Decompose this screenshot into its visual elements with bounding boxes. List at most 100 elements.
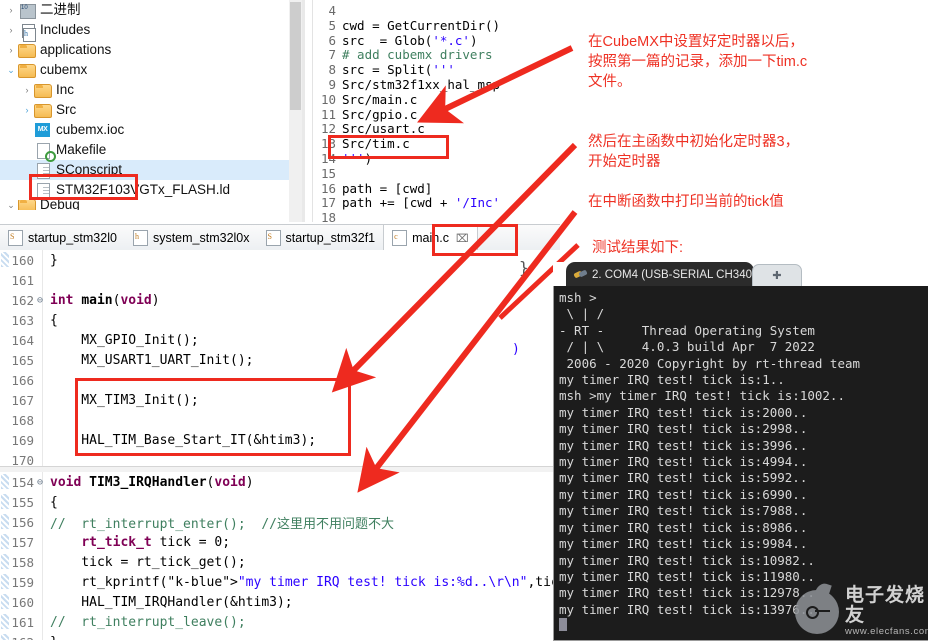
tree-item-applications[interactable]: › applications bbox=[0, 40, 303, 60]
line-number: 7 bbox=[328, 47, 336, 63]
change-marker bbox=[1, 634, 9, 640]
editor-overflow-paren: ) bbox=[512, 342, 520, 357]
tree-item-inc[interactable]: › Inc bbox=[0, 80, 303, 100]
sconscript-code-line: 18 bbox=[314, 210, 560, 222]
line-number: 165 bbox=[11, 352, 34, 368]
tree-twisty-icon[interactable]: ⌄ bbox=[4, 200, 18, 210]
tab-startup-stm32f1[interactable]: Sstartup_stm32f1 bbox=[258, 225, 384, 251]
tree-item-makefile[interactable]: Makefile bbox=[0, 140, 303, 162]
code-line: 162 ⊖ int main(void) bbox=[0, 290, 560, 310]
tab-startup-stm32l0[interactable]: Sstartup_stm32l0 bbox=[0, 225, 125, 251]
fold-icon[interactable]: ⊖ bbox=[34, 477, 46, 488]
change-marker bbox=[1, 494, 9, 509]
code-line: 163 { bbox=[0, 310, 560, 330]
sconscript-code-line: 8 src = Split(''' bbox=[314, 62, 560, 78]
terminal-line: msh > bbox=[559, 290, 597, 305]
annotation-note-4: 测试结果如下: bbox=[592, 240, 684, 256]
sconscript-vertical-scrollbar[interactable] bbox=[302, 0, 305, 222]
change-marker bbox=[1, 252, 9, 267]
annotation-note-1: 在CubeMX中设置好定时器以后， 按照第一篇的记录，添加一下tim.c 文件。 bbox=[588, 34, 808, 90]
terminal-line: my timer IRQ test! tick is:4994.. bbox=[559, 454, 808, 470]
terminal-line: my timer IRQ test! tick is:5992.. bbox=[559, 470, 808, 486]
editor-overflow-glyph: } bbox=[519, 258, 529, 277]
tree-item-debug[interactable]: ⌄ Debug bbox=[0, 200, 303, 210]
code-line: 161// rt_interrupt_leave(); bbox=[0, 612, 560, 632]
line-number: 163 bbox=[11, 312, 34, 328]
code-line: 156// rt_interrupt_enter(); //这里用不用问题不大 bbox=[0, 512, 560, 532]
sconscript-code-line: 11 Src/gpio.c bbox=[314, 107, 560, 123]
tree-twisty-icon[interactable]: › bbox=[4, 45, 18, 55]
line-number: 167 bbox=[11, 392, 34, 408]
tree-item-label: Src bbox=[56, 102, 77, 117]
tab-label: startup_stm32l0 bbox=[28, 231, 117, 245]
line-number: 168 bbox=[11, 412, 34, 428]
sconscript-code-line: 15 bbox=[314, 166, 560, 182]
folder-icon bbox=[34, 82, 52, 98]
watermark-title: 电子发烧友 bbox=[845, 585, 926, 626]
code-line: 159 rt_kprintf("k-blue">"my timer IRQ te… bbox=[0, 572, 560, 592]
tree-twisty-icon[interactable]: › bbox=[4, 25, 18, 35]
new-terminal-tab-button[interactable]: ✚ bbox=[752, 264, 802, 287]
code-text: // rt_interrupt_leave(); bbox=[50, 614, 246, 630]
line-number: 10 bbox=[320, 91, 336, 107]
tab-system-stm32l0x[interactable]: h system_stm32l0x bbox=[125, 225, 258, 251]
line-number: 17 bbox=[320, 195, 336, 211]
sconscript-code-line: 16 path = [cwd] bbox=[314, 181, 560, 197]
tree-item-label: cubemx bbox=[40, 62, 88, 77]
sconscript-code-line: 6 src = Glob('*.c') bbox=[314, 32, 560, 49]
watermark-url: www.elecfans.com bbox=[845, 626, 928, 637]
tree-item-includes[interactable]: › Includes bbox=[0, 20, 303, 42]
line-number: 18 bbox=[320, 210, 336, 222]
tree-item-cubemx[interactable]: ⌄ cubemx bbox=[0, 60, 303, 80]
file-tree-scrollbar-thumb[interactable] bbox=[290, 2, 301, 110]
line-number: 162 bbox=[11, 292, 34, 308]
tree-item-src[interactable]: › Src bbox=[0, 100, 303, 120]
plus-icon: ✚ bbox=[772, 270, 782, 282]
line-number: 5 bbox=[328, 17, 336, 33]
tree-twisty-icon[interactable]: › bbox=[20, 105, 34, 115]
irq-handler-code-editor[interactable]: 154 ⊖ void TIM3_IRQHandler(void) 155{156// … bbox=[0, 472, 560, 640]
terminal-line: my timer IRQ test! tick is:10982.. bbox=[559, 552, 815, 568]
fold-icon[interactable]: ⊖ bbox=[34, 295, 46, 306]
code-text: } bbox=[50, 252, 58, 268]
sconscript-code-line: 5 cwd = GetCurrentDir() bbox=[314, 17, 560, 34]
change-marker bbox=[1, 474, 9, 489]
tree-item-label: 二进制 bbox=[40, 2, 81, 17]
sconscript-code-line: 4 bbox=[314, 3, 560, 19]
change-marker bbox=[1, 594, 9, 609]
terminal-line: my timer IRQ test! tick is:2998.. bbox=[559, 421, 808, 437]
code-text: } bbox=[46, 635, 58, 641]
terminal-line: \ | / bbox=[559, 306, 605, 322]
tree-twisty-icon[interactable]: › bbox=[20, 85, 34, 95]
terminal-line: 2006 - 2020 Copyright by rt-thread team bbox=[559, 355, 861, 371]
tree-item-[interactable]: › 二进制 bbox=[0, 0, 303, 20]
tab-label: startup_stm32f1 bbox=[285, 231, 376, 245]
tree-item-cubemx-ioc[interactable]: MX cubemx.ioc bbox=[0, 120, 303, 140]
h-file-icon: h bbox=[132, 230, 148, 246]
line-number: 8 bbox=[328, 62, 336, 78]
sconscript-code-line: 10 Src/main.c bbox=[314, 91, 560, 108]
terminal-line: my timer IRQ test! tick is:3996.. bbox=[559, 437, 808, 453]
code-text: int main(void) bbox=[50, 292, 160, 308]
folder-icon bbox=[18, 200, 36, 210]
terminal-line: my timer IRQ test! tick is:9984.. bbox=[559, 536, 808, 552]
highlight-box-main-tab bbox=[432, 224, 518, 256]
tree-twisty-icon[interactable]: › bbox=[4, 5, 18, 15]
terminal-tab-com4[interactable]: 2. COM4 (USB-SERIAL CH340 (CO × bbox=[566, 262, 754, 287]
serial-plug-icon bbox=[574, 268, 587, 281]
binary-icon bbox=[18, 2, 36, 19]
terminal-line: msh >my timer IRQ test! tick is:1002.. bbox=[559, 388, 845, 404]
line-number: 6 bbox=[328, 32, 336, 48]
tree-twisty-icon[interactable]: ⌄ bbox=[4, 65, 18, 76]
tree-item-label: applications bbox=[40, 42, 112, 57]
sconscript-code-editor[interactable]: 4 5 cwd = GetCurrentDir() 6 src = Glob('*.c'… bbox=[305, 0, 560, 222]
highlight-box-sconscript-file bbox=[29, 174, 138, 200]
sconscript-code-line: 7 # add cubemx drivers bbox=[314, 47, 560, 63]
mx-file-icon: MX bbox=[34, 122, 52, 138]
sconscript-code-line: 17 path += [cwd + '/Inc' bbox=[314, 195, 560, 211]
tree-item-label: Inc bbox=[56, 82, 75, 97]
terminal-line: - RT - Thread Operating System bbox=[559, 322, 815, 338]
elecfans-logo-icon bbox=[795, 580, 839, 634]
code-line: 162} bbox=[0, 632, 560, 640]
code-text: { bbox=[50, 312, 58, 328]
